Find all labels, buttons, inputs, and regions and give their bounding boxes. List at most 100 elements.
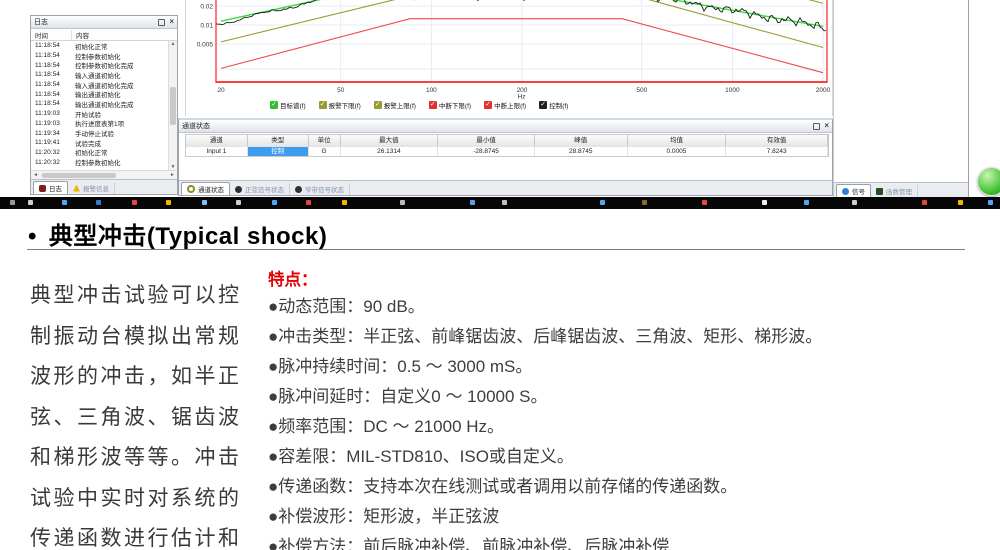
feature-item: ●脉冲间延时：自定义0 ～ 10000 S。 [268, 382, 983, 412]
features-block: 特点： ●动态范围：90 dB。●冲击类型：半正弦、前峰锯齿波、后峰锯齿波、三角… [268, 269, 983, 550]
taskbar-icon [642, 200, 647, 205]
log-row-content: 执行进度表第1项 [71, 118, 124, 128]
channel-table-header: 通道类型单位最大值最小值峰值均值有效值 [186, 135, 828, 146]
channel-tab-label: 正弦信号状态 [245, 184, 284, 194]
info-icon [842, 188, 849, 195]
log-row[interactable]: 11:18:54输入通道初始化完成 [31, 80, 177, 90]
legend-label: 中断上限(f) [494, 100, 526, 110]
log-row[interactable]: 11:18:54控制参数初始化 [31, 51, 177, 61]
log-row[interactable]: 11:18:54输出通道初始化 [31, 89, 177, 99]
log-row[interactable]: 11:19:03开始试验 [31, 109, 177, 119]
log-horizontal-scrollbar[interactable]: ◄ ► [31, 170, 177, 179]
log-row[interactable]: 11:19:34手动停止试验 [31, 128, 177, 138]
log-row[interactable]: 11:18:54输出通道初始化完成 [31, 99, 177, 109]
close-icon[interactable]: × [169, 18, 174, 26]
taskbar-icon [28, 200, 33, 205]
intro-paragraph-line: 波形的冲击，如半正 [30, 357, 256, 398]
channel-tab-窄带信号状态[interactable]: 窄带信号状态 [290, 183, 350, 195]
feature-item: ●频率范围：DC ～ 21000 Hz。 [268, 412, 983, 442]
floating-service-button[interactable] [977, 167, 1000, 196]
log-row-time: 11:18:54 [31, 42, 71, 49]
channel-tab-正弦信号状态[interactable]: 正弦信号状态 [230, 183, 290, 195]
log-row-content: 手动停止试验 [71, 128, 114, 138]
channel-row[interactable]: Input 1控制G26.1314-28.874528.87450.00057.… [186, 146, 828, 156]
log-column-headers: 时间 内容 [31, 29, 177, 41]
log-row-content: 输入通道初始化完成 [71, 80, 134, 90]
log-row[interactable]: 11:18:54输入通道初始化 [31, 70, 177, 80]
scroll-left-icon[interactable]: ◄ [31, 172, 40, 178]
log-row-time: 11:18:54 [31, 91, 71, 98]
taskbar-icon [400, 200, 405, 205]
software-screenshot: 0.020.010.005205010020050010002000Hz ✓目标… [0, 0, 1000, 210]
log-row-time: 11:20:32 [31, 149, 71, 156]
intro-paragraph-line: 典型冲击试验可以控 [30, 276, 256, 317]
side-tab-信号[interactable]: 信号 [836, 184, 871, 197]
log-row-content: 控制参数初始化 [71, 51, 121, 61]
legend-checkbox[interactable]: ✓ [319, 101, 327, 109]
taskbar-icon [62, 200, 67, 205]
taskbar-icon [922, 200, 927, 205]
log-tab-报警信息[interactable]: 报警信息 [68, 182, 115, 194]
scroll-up-icon[interactable]: ▲ [171, 41, 176, 47]
legend-item: ✓控制(f) [539, 100, 568, 110]
scroll-right-icon[interactable]: ► [168, 172, 177, 178]
scroll-down-icon[interactable]: ▼ [171, 164, 176, 170]
channel-panel-titlebar: 通道状态 × [179, 120, 832, 133]
svg-text:0.005: 0.005 [197, 41, 214, 48]
log-row-time: 11:19:34 [31, 130, 71, 137]
close-icon[interactable]: × [824, 122, 829, 130]
right-dock-pane: 信号函数管理 [833, 0, 969, 197]
log-row[interactable]: 11:18:54控制参数初始化完成 [31, 60, 177, 70]
legend-item: ✓目标谱(f) [270, 100, 306, 110]
taskbar-icon [272, 200, 277, 205]
taskbar-icon [988, 200, 993, 205]
channel-table-empty-area [179, 157, 832, 180]
log-row[interactable]: 11:20:32初始化正常 [31, 148, 177, 158]
channel-cell: Input 1 [186, 146, 248, 156]
log-row[interactable]: 11:19:41试验完成 [31, 138, 177, 148]
log-tab-日志[interactable]: 日志 [33, 181, 68, 194]
channel-tab-label: 窄带信号状态 [305, 184, 344, 194]
scroll-thumb[interactable] [42, 173, 116, 178]
side-tabstrip: 信号函数管理 [834, 182, 968, 197]
taskbar-icon [852, 200, 857, 205]
pin-icon[interactable] [813, 123, 820, 130]
svg-text:2000: 2000 [816, 87, 831, 94]
legend-item: ✓报警下限(f) [319, 100, 361, 110]
log-row[interactable]: 11:18:54初始化正常 [31, 41, 177, 51]
log-list: 11:18:54初始化正常11:18:54控制参数初始化11:18:54控制参数… [31, 41, 177, 170]
taskbar-icon [702, 200, 707, 205]
channel-col-header: 有效值 [726, 135, 828, 146]
channel-table: 通道类型单位最大值最小值峰值均值有效值 Input 1控制G26.1314-28… [185, 134, 829, 157]
log-row-content: 输出通道初始化 [71, 89, 121, 99]
log-vertical-scrollbar[interactable]: ▲ ▼ [168, 41, 177, 170]
legend-label: 报警下限(f) [329, 100, 361, 110]
legend-checkbox[interactable]: ✓ [539, 101, 547, 109]
svg-text:100: 100 [426, 87, 437, 94]
side-tab-函数管理[interactable]: 函数管理 [871, 185, 918, 197]
log-row[interactable]: 11:20:32控制参数初始化 [31, 157, 177, 167]
log-row-time: 11:20:32 [31, 159, 71, 166]
feature-item: ●补偿波形：矩形波，半正弦波 [268, 502, 983, 532]
taskbar-icon [236, 200, 241, 205]
channel-col-header: 最小值 [438, 135, 535, 146]
pin-icon[interactable] [158, 19, 165, 26]
spectrum-chart: 0.020.010.005205010020050010002000Hz [186, 0, 832, 99]
taskbar-icon [342, 200, 347, 205]
log-panel-title: 日志 [34, 17, 158, 27]
log-row[interactable]: 11:19:03执行进度表第1项 [31, 119, 177, 129]
taskbar[interactable] [0, 197, 1000, 209]
scroll-thumb[interactable] [170, 87, 176, 125]
log-row-time: 11:18:54 [31, 81, 71, 88]
legend-checkbox[interactable]: ✓ [374, 101, 382, 109]
channel-panel-title: 通道状态 [182, 121, 813, 131]
log-icon [39, 185, 46, 192]
channel-tab-通道状态[interactable]: 通道状态 [181, 182, 230, 195]
taskbar-icon [96, 200, 101, 205]
legend-checkbox[interactable]: ✓ [484, 101, 492, 109]
legend-checkbox[interactable]: ✓ [429, 101, 437, 109]
taskbar-icon [470, 200, 475, 205]
channel-cell: 0.0005 [628, 146, 727, 156]
legend-checkbox[interactable]: ✓ [270, 101, 278, 109]
svg-text:0.01: 0.01 [200, 23, 213, 30]
